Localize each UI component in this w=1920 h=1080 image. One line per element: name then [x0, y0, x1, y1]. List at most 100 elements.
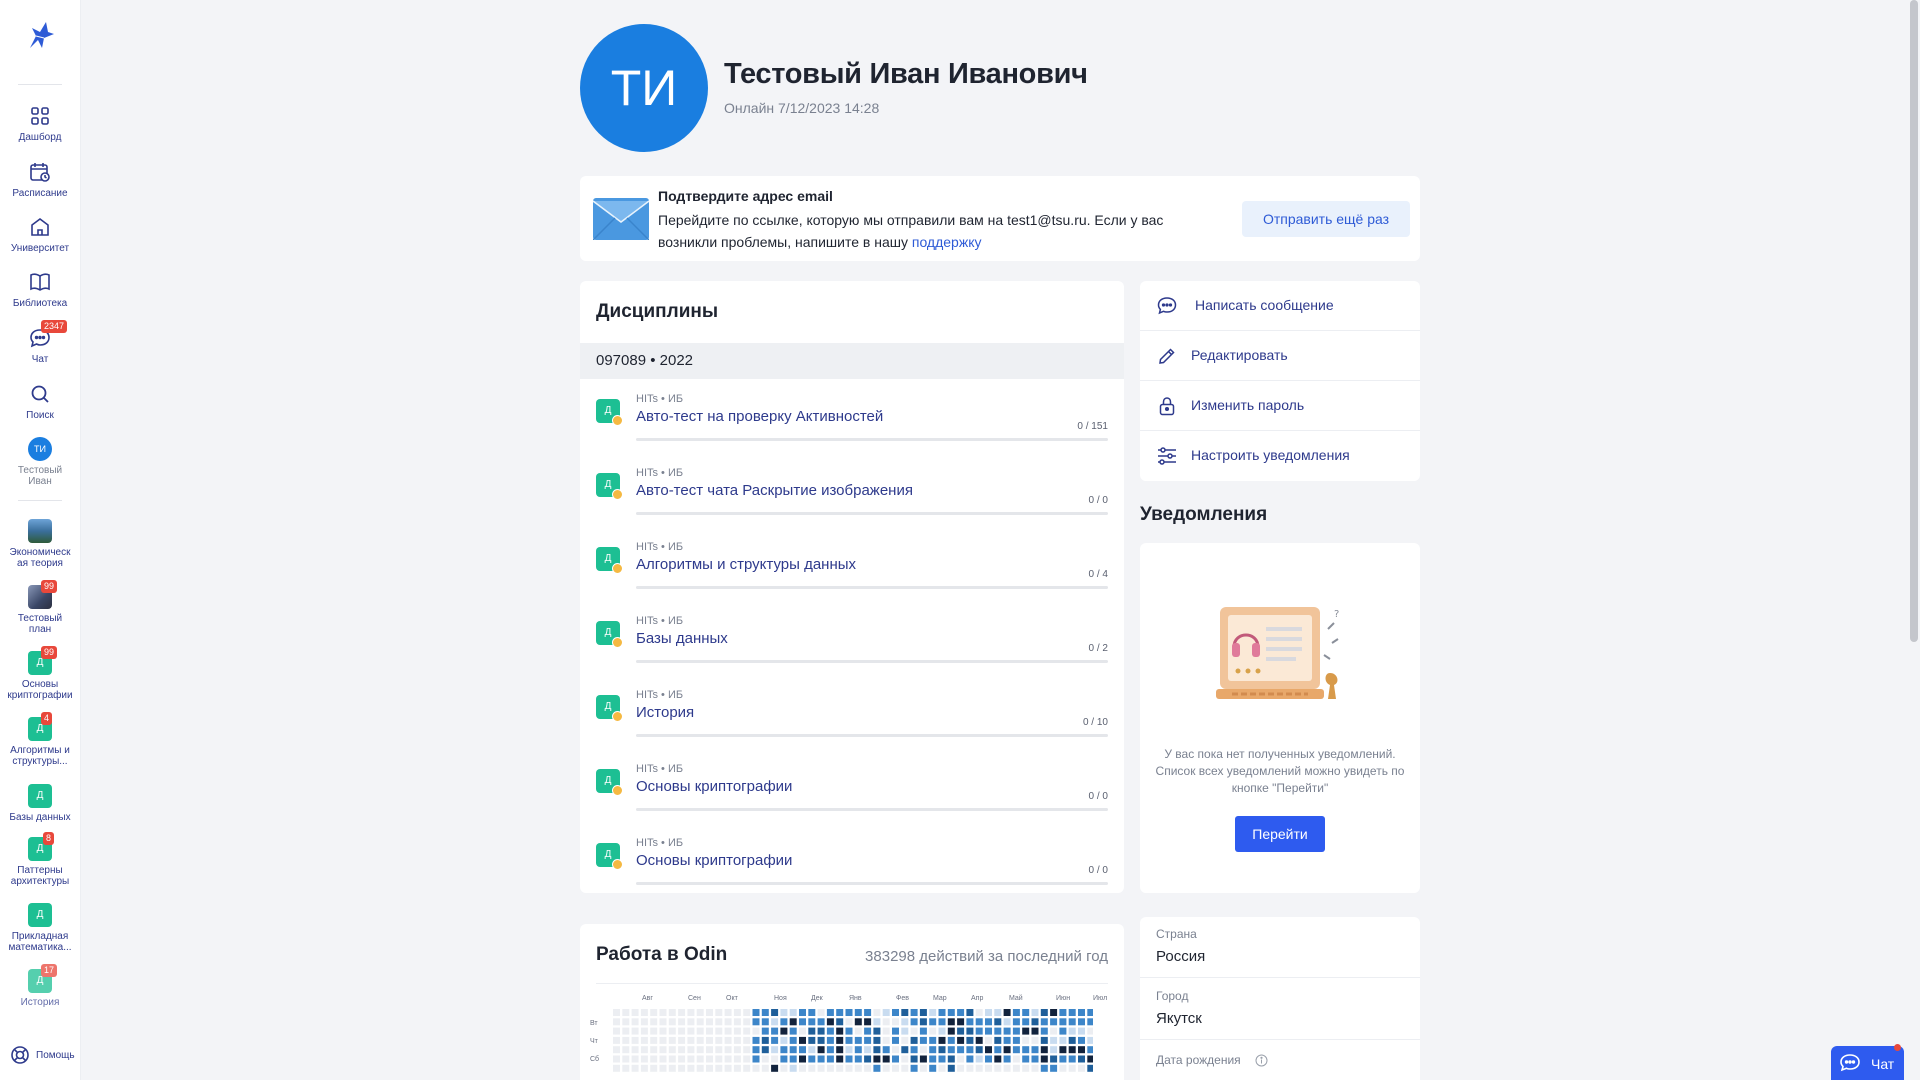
heatmap-cell	[1050, 1064, 1058, 1072]
heatmap-cell	[761, 1018, 769, 1026]
heatmap-cell	[966, 1064, 974, 1072]
course-label-line2: математика...	[8, 942, 72, 953]
course-icon: Д	[28, 903, 52, 927]
discipline-icon: Д	[596, 621, 623, 648]
logo-icon[interactable]	[22, 18, 58, 54]
heatmap-cell	[1059, 1046, 1067, 1054]
notification-settings-button[interactable]: Настроить уведомления	[1140, 431, 1420, 481]
discipline-item[interactable]: Д HITs • ИБ Основы криптографии 0 / 0	[580, 751, 1124, 825]
heatmap-cell	[640, 1064, 648, 1072]
course-databases[interactable]: Д Базы данных	[0, 784, 80, 823]
heatmap-cell	[994, 1027, 1002, 1035]
heatmap-cell	[771, 1036, 779, 1044]
go-to-notifications-button[interactable]: Перейти	[1235, 816, 1325, 852]
discipline-progress-count: 0 / 0	[1088, 495, 1108, 506]
heatmap-cell	[752, 1064, 760, 1072]
heatmap-cell	[678, 1064, 686, 1072]
course-crypto[interactable]: Д 99 Основы криптографии	[0, 646, 80, 701]
heatmap-cell	[724, 1036, 732, 1044]
discipline-name[interactable]: История	[636, 704, 694, 721]
nav-schedule[interactable]: Расписание	[0, 160, 80, 199]
support-link[interactable]: поддержку	[912, 234, 982, 250]
discipline-name[interactable]: Основы криптографии	[636, 852, 792, 869]
heatmap-cell	[1003, 1046, 1011, 1054]
nav-search[interactable]: Поиск	[0, 382, 80, 421]
heatmap-cell	[696, 1055, 704, 1063]
nav-profile[interactable]: ТИ Тестовый Иван	[0, 437, 80, 487]
discipline-name[interactable]: Основы криптографии	[636, 778, 792, 795]
heatmap-cell	[687, 1046, 695, 1054]
heatmap-cell	[715, 1046, 723, 1054]
heatmap-cell	[985, 1018, 992, 1026]
heatmap-cell	[864, 1055, 872, 1063]
discipline-name[interactable]: Базы данных	[636, 630, 728, 647]
course-algorithms[interactable]: Д 4 Алгоритмы и структуры...	[0, 712, 80, 767]
nav-chat[interactable]: Чат 2347	[0, 320, 80, 365]
course-economics[interactable]: Экономическ ая теория	[0, 519, 80, 569]
heatmap-cell	[854, 1055, 862, 1063]
nav-library[interactable]: Библиотека	[0, 270, 80, 309]
discipline-progress-bar	[636, 586, 1108, 589]
help-link[interactable]: Помощь	[10, 1045, 75, 1065]
change-password-button[interactable]: Изменить пароль	[1140, 381, 1420, 431]
discipline-item[interactable]: Д HITs • ИБ Алгоритмы и структуры данных…	[580, 529, 1124, 603]
discipline-name[interactable]: Авто-тест на проверку Активностей	[636, 408, 883, 425]
info-circle-icon[interactable]	[1255, 1054, 1268, 1067]
course-icon: Д	[28, 784, 52, 808]
discipline-meta: HITs • ИБ	[636, 541, 684, 553]
discipline-item[interactable]: Д HITs • ИБ Базы данных 0 / 2	[580, 603, 1124, 677]
heatmap-cell	[817, 1009, 825, 1016]
heatmap-cell	[929, 1064, 937, 1072]
heatmap-cell	[696, 1036, 704, 1044]
discipline-item[interactable]: Д HITs • ИБ Авто-тест на проверку Активн…	[580, 381, 1124, 455]
divider	[1140, 1039, 1420, 1040]
chat-icon	[1840, 1054, 1860, 1072]
scrollbar-thumb[interactable]	[1910, 0, 1918, 642]
nav-dashboard[interactable]: Дашборд	[0, 104, 80, 143]
heatmap-cell	[715, 1055, 723, 1063]
heatmap-cell	[1040, 1064, 1048, 1072]
course-applied-math[interactable]: Д Прикладная математика...	[0, 903, 80, 953]
edit-profile-button[interactable]: Редактировать	[1140, 331, 1420, 381]
resend-button[interactable]: Отправить ещё раз	[1242, 201, 1410, 237]
heatmap-cell	[854, 1064, 862, 1072]
heatmap-cell	[668, 1018, 676, 1026]
heatmap-cell	[1012, 1036, 1020, 1044]
heatmap-cell	[771, 1055, 779, 1063]
discipline-item[interactable]: Д HITs • ИБ Авто-тест чата Раскрытие изо…	[580, 455, 1124, 529]
write-message-button[interactable]: Написать сообщение	[1140, 281, 1420, 331]
page-scrollbar[interactable]	[1906, 0, 1920, 1080]
notifications-empty-text: У вас пока нет полученных уведомлений. С…	[1155, 747, 1405, 795]
heatmap-cell	[882, 1018, 890, 1026]
heatmap-cell	[882, 1055, 890, 1063]
heatmap-cell	[733, 1064, 741, 1072]
heatmap-cell	[752, 1027, 760, 1035]
discipline-item[interactable]: Д HITs • ИБ История 0 / 10	[580, 677, 1124, 751]
heatmap-cell	[659, 1009, 667, 1016]
heatmap-cell	[892, 1055, 899, 1063]
course-test-plan[interactable]: 99 Тестовый план	[0, 580, 80, 635]
chat-widget-button[interactable]: Чат	[1831, 1044, 1904, 1080]
heatmap-cell	[826, 1046, 834, 1054]
heatmap-cell	[836, 1064, 844, 1072]
profile-info-card: Страна Россия Город Якутск Дата рождения	[1140, 917, 1420, 1080]
heatmap-cell	[854, 1009, 862, 1016]
course-patterns[interactable]: Д 8 Паттерны архитектуры	[0, 832, 80, 887]
course-label-line1: Паттерны	[17, 865, 63, 876]
heatmap-cell	[696, 1064, 704, 1072]
heatmap-cell	[687, 1064, 695, 1072]
discipline-progress-bar	[636, 438, 1108, 441]
heatmap-cell	[808, 1009, 816, 1016]
discipline-meta: HITs • ИБ	[636, 689, 684, 701]
discipline-name[interactable]: Алгоритмы и структуры данных	[636, 556, 856, 573]
discipline-name[interactable]: Авто-тест чата Раскрытие изображения	[636, 482, 913, 499]
heatmap-cell	[650, 1064, 658, 1072]
discipline-icon: Д	[596, 843, 623, 870]
discipline-progress-bar	[636, 808, 1108, 811]
heatmap-cell	[752, 1046, 760, 1054]
discipline-item[interactable]: Д HITs • ИБ Основы криптографии 0 / 0	[580, 825, 1124, 893]
course-history[interactable]: Д 17 История	[0, 964, 80, 1008]
nav-university[interactable]: Университет	[0, 215, 80, 254]
settings-sliders-icon	[1158, 447, 1176, 465]
heatmap-cell	[789, 1009, 797, 1016]
